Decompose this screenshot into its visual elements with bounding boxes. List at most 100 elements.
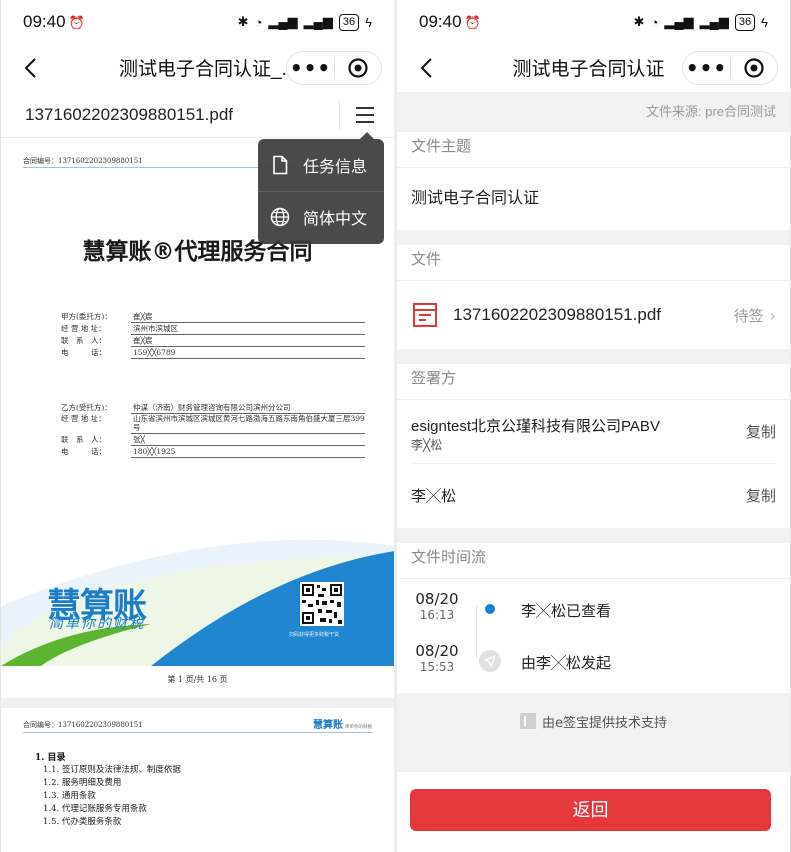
section-header: 文件	[397, 245, 790, 281]
header-rule	[23, 732, 373, 733]
row-value: 180╳╳1925	[131, 446, 365, 458]
party-a-row: 甲方(委托方)： 崔╳宸	[61, 311, 365, 323]
copy-button[interactable]: 复制	[746, 400, 776, 464]
menu-item-label: 任务信息	[303, 159, 368, 176]
toc-item: 1.3. 通用条款	[43, 791, 96, 801]
section-header: 文件主题	[397, 132, 790, 168]
signal-icon-2: ▂▄▆	[303, 14, 333, 29]
timeline-day: 08/20	[415, 642, 459, 660]
timeline-item: 08/20 16:13 李╳松已查看	[411, 583, 776, 635]
section-header: 文件时间流	[397, 543, 790, 579]
signal-icon: ▂▄▆	[268, 14, 298, 29]
wifi-icon: ◔	[254, 14, 263, 30]
return-button[interactable]: 返回	[410, 789, 771, 831]
popup-menu: 任务信息 简体中文	[258, 132, 384, 244]
signal-icon-2: ▂▄▆	[699, 14, 729, 29]
signer-name: esigntest北京公瑾科技有限公司PABV	[411, 418, 660, 435]
file-status-text: 待签	[733, 306, 764, 325]
miniprogram-capsule: •••	[682, 51, 778, 85]
file-section: 文件 1371602202309880151.pdf 待签 ›	[397, 245, 790, 349]
alarm-icon: ⏰	[464, 15, 481, 30]
party-b-row: 电 话： 180╳╳1925	[61, 446, 365, 458]
page-gap	[1, 698, 394, 708]
battery-level: 36	[738, 15, 752, 28]
detail-content[interactable]: 文件来源: pre合同测试 文件主题 测试电子合同认证 文件 137160220…	[397, 92, 790, 772]
file-row[interactable]: 1371602202309880151.pdf 待签 ›	[411, 281, 776, 349]
miniprogram-capsule: •••	[286, 51, 382, 85]
pdf-page-2[interactable]: 合同编号：1371602202309880151 慧算账 简单你的财税 1. 目录…	[1, 708, 394, 852]
signers-section: 签署方 esigntest北京公瑾科技有限公司PABV 李╳松 复制 李╳松 复…	[397, 364, 790, 528]
menu-item-language[interactable]: 简体中文	[258, 191, 384, 243]
battery-level: 36	[342, 15, 356, 28]
globe-icon	[270, 207, 290, 227]
header-divider	[339, 100, 340, 130]
menu-item-label: 简体中文	[303, 211, 368, 228]
row-label: 经 营 地 址：	[61, 414, 106, 423]
menu-item-task-info[interactable]: 任务信息	[258, 139, 384, 191]
section-header: 签署方	[397, 364, 790, 400]
nav-bar: 测试电子合同认证_... •••	[1, 44, 394, 92]
timeline-dot	[485, 604, 495, 614]
footer-bar: 返回	[397, 772, 790, 852]
party-a-block: 甲方(委托方)： 崔╳宸 经 营 地 址： 滨州市滨城区 联 系 人： 崔╳宸 电 话…	[61, 311, 365, 359]
charging-icon: ϟ	[761, 14, 768, 30]
party-b-row: 经 营 地 址： 山东省滨州市滨城区滨城区黄河七路渤海五路东南角伯盛大厦三层399…	[61, 414, 365, 434]
signer-person: 李╳松	[411, 438, 443, 452]
row-label: 电 话：	[61, 447, 106, 456]
toc-title: 1. 目录	[35, 753, 66, 763]
menu-button[interactable]	[354, 102, 376, 128]
timeline-date: 08/20 15:53	[411, 643, 463, 675]
qr-caption: 扫码获得更多财税干货	[289, 632, 340, 638]
party-a-row: 经 营 地 址： 滨州市滨城区	[61, 323, 365, 335]
contract-number: 合同编号：1371602202309880151	[23, 157, 143, 165]
chevron-right-icon: ›	[769, 305, 776, 325]
subject-text: 测试电子合同认证	[411, 190, 540, 207]
page-title: 测试电子合同认证_...	[119, 59, 287, 80]
row-label: 联 系 人：	[61, 435, 106, 444]
bluetooth-icon: ✱	[633, 14, 645, 29]
status-bar: 09:40 ⏰ ✱ ◔ ▂▄▆ ▂▄▆ 36 ϟ	[397, 0, 790, 44]
battery-icon: 36	[338, 13, 360, 31]
row-value: 山东省滨州市滨城区滨城区黄河七路渤海五路东南角伯盛大厦三层399号	[131, 414, 365, 434]
charging-icon: ϟ	[365, 14, 372, 30]
more-button[interactable]: •••	[287, 53, 334, 83]
more-button[interactable]: •••	[683, 53, 730, 83]
file-icon	[413, 303, 437, 327]
contract-number: 合同编号：1371602202309880151	[23, 721, 143, 729]
status-time: 09:40 ⏰	[23, 12, 85, 32]
pdf-viewer-screen: 09:40 ⏰ ✱ ◔ ▂▄▆ ▂▄▆ 36 ϟ 测试电子合同认证_... •••	[0, 0, 394, 852]
file-name: 1371602202309880151.pdf	[453, 305, 661, 324]
page-logo-sub: 简单你的财税	[345, 725, 372, 730]
row-value: 仲谋（济南）财务管理咨询有限公司滨州分公司	[131, 402, 365, 414]
brand-slogan: 简单你的财税	[49, 616, 145, 632]
subject-section: 文件主题 测试电子合同认证	[397, 132, 790, 230]
close-button[interactable]	[731, 57, 777, 79]
time-text: 09:40	[23, 12, 66, 31]
back-button[interactable]	[15, 52, 45, 84]
section-gap	[397, 528, 790, 543]
tech-support: 由e签宝提供技术支持	[397, 693, 790, 749]
timeline-text: 由李╳松发起	[521, 655, 612, 672]
contract-detail-screen: 09:40 ⏰ ✱ ◔ ▂▄▆ ▂▄▆ 36 ϟ 测试电子合同认证 ••• 文件…	[397, 0, 791, 852]
timeline-day: 08/20	[415, 590, 459, 608]
row-value: 159╳╳6789	[131, 347, 365, 359]
row-value: 滨州市滨城区	[131, 323, 365, 335]
status-bar: 09:40 ⏰ ✱ ◔ ▂▄▆ ▂▄▆ 36 ϟ	[1, 0, 394, 44]
esign-logo-icon	[520, 713, 536, 729]
close-button[interactable]	[335, 57, 381, 79]
alarm-icon: ⏰	[68, 15, 85, 30]
signer-row: esigntest北京公瑾科技有限公司PABV 李╳松 复制	[411, 400, 776, 464]
copy-button[interactable]: 复制	[746, 464, 776, 528]
status-time: 09:40 ⏰	[419, 12, 481, 32]
timeline-time: 16:13	[419, 608, 455, 622]
document-filename: 1371602202309880151.pdf	[25, 104, 233, 124]
wifi-icon: ◔	[650, 14, 659, 30]
row-value: 崔╳宸	[131, 335, 365, 347]
row-label: 联 系 人：	[61, 336, 106, 345]
qr-code	[300, 582, 344, 626]
menu-icon	[356, 107, 374, 123]
timeline-time: 15:53	[419, 660, 455, 674]
nav-bar: 测试电子合同认证 •••	[397, 44, 790, 92]
bluetooth-icon: ✱	[237, 14, 249, 29]
toc-list: 1.1. 签订原则及法律法规、制度依据 1.2. 服务明细及费用 1.3. 通用…	[43, 764, 181, 829]
